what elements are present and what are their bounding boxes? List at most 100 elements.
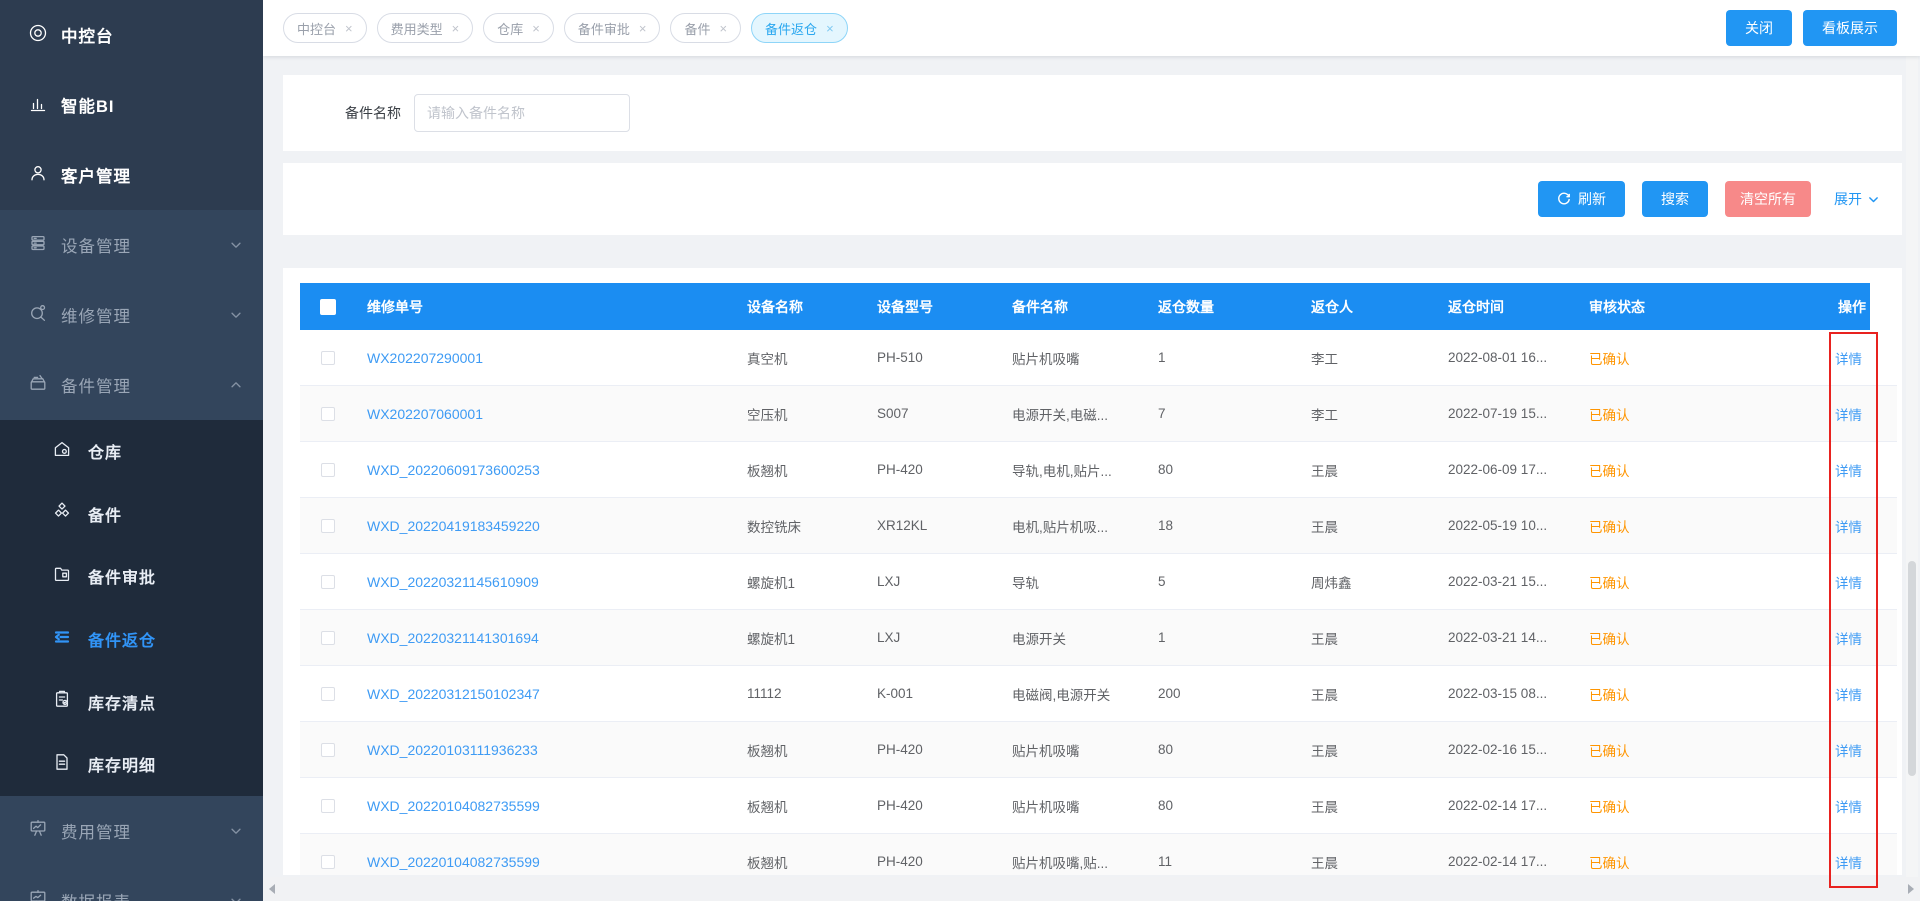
table-row[interactable]: WXD_20220103111936233板翘机PH-420贴片机吸嘴80王晨2… — [300, 722, 1897, 778]
order-no-link[interactable]: WX202207060001 — [367, 406, 483, 422]
row-checkbox[interactable] — [321, 687, 335, 701]
column-header-返仓时间: 返仓时间 — [1436, 283, 1577, 330]
status-confirmed-text: 已确认 — [1589, 572, 1630, 592]
tag-chip-备件审批[interactable]: 备件审批× — [564, 13, 661, 43]
action-cell: 详情 — [1800, 628, 1870, 648]
order-no-link[interactable]: WXD_20220104082735599 — [367, 798, 540, 814]
scroll-right-arrow-icon[interactable] — [1908, 884, 1914, 894]
close-icon[interactable]: × — [345, 22, 353, 35]
tag-chip-备件[interactable]: 备件× — [670, 13, 741, 43]
vertical-scrollbar[interactable] — [1906, 56, 1918, 877]
device-name-cell: 螺旋机1 — [735, 572, 865, 592]
table-row[interactable]: WXD_20220104082735599板翘机PH-420贴片机吸嘴80王晨2… — [300, 778, 1897, 834]
order-no-link[interactable]: WXD_20220419183459220 — [367, 518, 540, 534]
action-cell: 详情 — [1800, 572, 1870, 592]
table-row[interactable]: WXD_20220321145610909螺旋机1LXJ导轨5周炜鑫2022-0… — [300, 554, 1897, 610]
order-no-link[interactable]: WX202207290001 — [367, 350, 483, 366]
sidebar-item-label: 费用管理 — [61, 819, 131, 843]
detail-link[interactable]: 详情 — [1835, 628, 1862, 648]
clear-all-button[interactable]: 清空所有 — [1725, 181, 1811, 217]
detail-link[interactable]: 详情 — [1835, 348, 1862, 368]
table-body: WX202207290001真空机PH-510贴片机吸嘴1李工2022-08-0… — [300, 330, 1897, 875]
table-row[interactable]: WX202207060001空压机S007电源开关,电磁...7李工2022-0… — [300, 386, 1897, 442]
column-header-维修单号: 维修单号 — [355, 283, 735, 330]
row-checkbox[interactable] — [321, 799, 335, 813]
sidebar-item-费用管理[interactable]: 费用管理 — [0, 796, 263, 866]
sidebar-subitem-label: 库存清点 — [88, 690, 156, 714]
table-row[interactable]: WXD_20220609173600253板翘机PH-420导轨,电机,贴片..… — [300, 442, 1897, 498]
detail-link[interactable]: 详情 — [1835, 572, 1862, 592]
search-button[interactable]: 搜索 — [1642, 181, 1708, 217]
chevron-up-icon — [229, 378, 243, 392]
sidebar-subitem-仓库[interactable]: 仓库 — [0, 420, 263, 483]
tag-chip-备件返仓[interactable]: 备件返仓× — [751, 13, 848, 43]
sidebar-item-备件管理[interactable]: 备件管理 — [0, 350, 263, 420]
detail-link[interactable]: 详情 — [1835, 516, 1862, 536]
sidebar-subitem-库存清点[interactable]: 库存清点 — [0, 670, 263, 733]
row-checkbox[interactable] — [321, 519, 335, 533]
row-checkbox[interactable] — [321, 463, 335, 477]
sidebar-nav: 中控台智能BI客户管理设备管理维修管理备件管理仓库备件备件审批备件返仓库存清点库… — [0, 0, 263, 901]
row-checkbox-cell — [300, 575, 355, 589]
refresh-button[interactable]: 刷新 — [1538, 181, 1625, 217]
sidebar-item-维修管理[interactable]: 维修管理 — [0, 280, 263, 350]
sidebar-subitem-备件审批[interactable]: 备件审批 — [0, 545, 263, 608]
detail-link[interactable]: 详情 — [1835, 796, 1862, 816]
spare-name-cell: 导轨 — [1000, 572, 1146, 592]
detail-link[interactable]: 详情 — [1835, 684, 1862, 704]
order-no-cell: WXD_20220419183459220 — [355, 518, 735, 534]
detail-link[interactable]: 详情 — [1835, 852, 1862, 872]
close-icon[interactable]: × — [826, 22, 834, 35]
detail-link[interactable]: 详情 — [1835, 404, 1862, 424]
table-row[interactable]: WXD_20220321141301694螺旋机1LXJ电源开关1王晨2022-… — [300, 610, 1897, 666]
table-row[interactable]: WXD_20220419183459220数控铣床XR12KL电机,贴片机吸..… — [300, 498, 1897, 554]
order-no-link[interactable]: WXD_20220103111936233 — [367, 742, 538, 758]
close-icon[interactable]: × — [452, 22, 460, 35]
scroll-left-arrow-icon[interactable] — [269, 884, 275, 894]
row-checkbox-cell — [300, 799, 355, 813]
close-icon[interactable]: × — [639, 22, 647, 35]
tag-chip-费用类型[interactable]: 费用类型× — [377, 13, 474, 43]
sidebar-item-智能BI[interactable]: 智能BI — [0, 70, 263, 140]
order-no-link[interactable]: WXD_20220104082735599 — [367, 854, 540, 870]
sidebar-subitem-备件[interactable]: 备件 — [0, 483, 263, 546]
close-button[interactable]: 关闭 — [1726, 10, 1792, 46]
return-time-cell: 2022-03-15 08... — [1436, 686, 1577, 701]
horizontal-scrollbar[interactable] — [263, 877, 1920, 901]
sidebar-item-客户管理[interactable]: 客户管理 — [0, 140, 263, 210]
spare-name-input[interactable] — [414, 94, 630, 132]
order-no-link[interactable]: WXD_20220312150102347 — [367, 686, 540, 702]
close-icon[interactable]: × — [532, 22, 540, 35]
row-checkbox[interactable] — [321, 743, 335, 757]
close-icon[interactable]: × — [719, 22, 727, 35]
vertical-scrollbar-thumb[interactable] — [1908, 561, 1916, 776]
table-row[interactable]: WXD_20220104082735599板翘机PH-420贴片机吸嘴,贴...… — [300, 834, 1897, 875]
order-no-link[interactable]: WXD_20220321141301694 — [367, 630, 539, 646]
detail-link[interactable]: 详情 — [1835, 460, 1862, 480]
row-checkbox[interactable] — [321, 631, 335, 645]
order-no-link[interactable]: WXD_20220609173600253 — [367, 462, 540, 478]
tag-chip-仓库[interactable]: 仓库× — [483, 13, 554, 43]
row-checkbox[interactable] — [321, 855, 335, 869]
sidebar-subitem-备件返仓[interactable]: 备件返仓 — [0, 608, 263, 671]
table-row[interactable]: WX202207290001真空机PH-510贴片机吸嘴1李工2022-08-0… — [300, 330, 1897, 386]
status-confirmed-text: 已确认 — [1589, 628, 1630, 648]
detail-link[interactable]: 详情 — [1835, 740, 1862, 760]
row-checkbox[interactable] — [321, 575, 335, 589]
tag-chip-中控台[interactable]: 中控台× — [283, 13, 367, 43]
sidebar-subitem-库存明细[interactable]: 库存明细 — [0, 733, 263, 796]
select-all-checkbox[interactable] — [320, 299, 336, 315]
column-header-返仓人: 返仓人 — [1299, 283, 1436, 330]
device-model-cell: PH-420 — [865, 462, 1000, 477]
sidebar-item-中控台[interactable]: 中控台 — [0, 0, 263, 70]
action-cell: 详情 — [1800, 684, 1870, 704]
board-display-button[interactable]: 看板展示 — [1803, 10, 1897, 46]
sidebar-item-数据报表[interactable]: 数据报表 — [0, 866, 263, 901]
sidebar-item-设备管理[interactable]: 设备管理 — [0, 210, 263, 280]
expand-toggle[interactable]: 展开 — [1834, 189, 1880, 209]
table-row[interactable]: WXD_2022031215010234711112K-001电磁阀,电源开关2… — [300, 666, 1897, 722]
cost-icon — [28, 818, 48, 843]
row-checkbox[interactable] — [321, 407, 335, 421]
order-no-link[interactable]: WXD_20220321145610909 — [367, 574, 539, 590]
row-checkbox[interactable] — [321, 351, 335, 365]
